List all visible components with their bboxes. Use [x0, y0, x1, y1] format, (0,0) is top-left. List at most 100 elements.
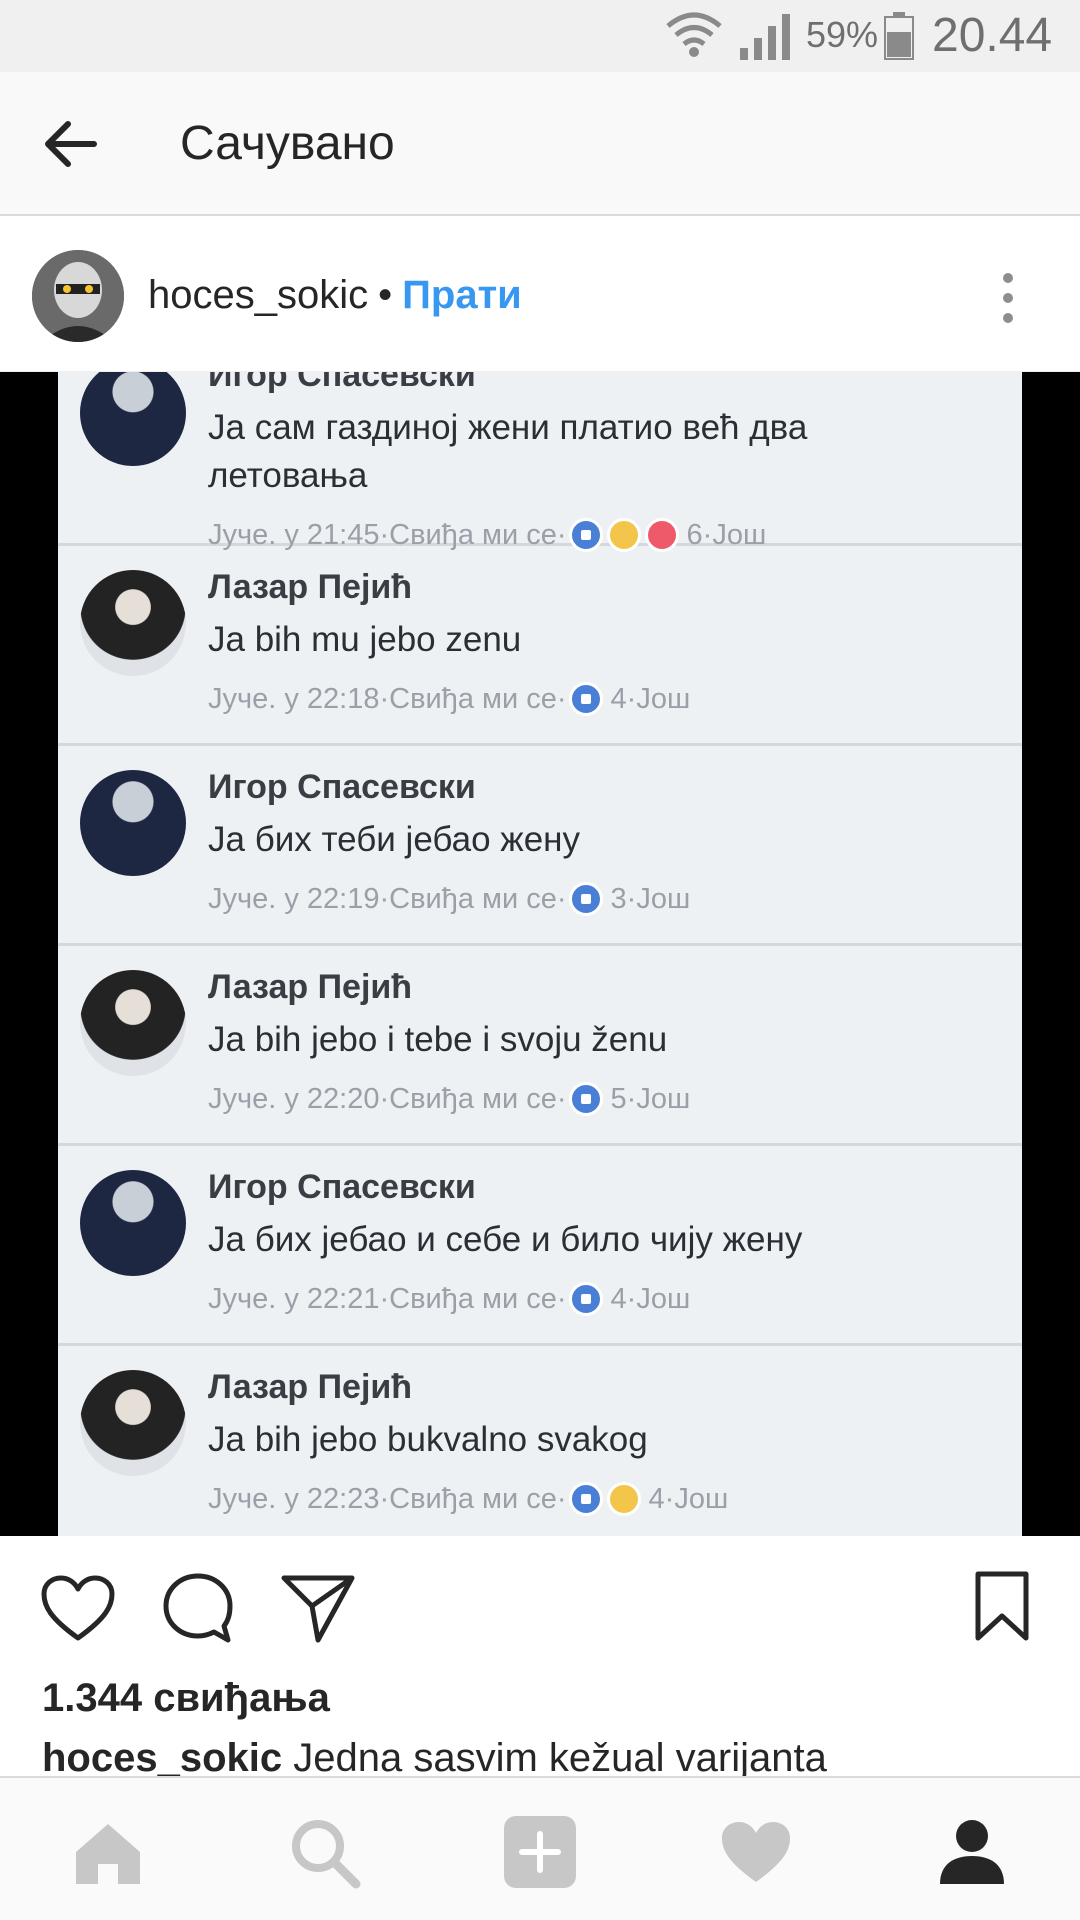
comment-like-label: Свиђа ми се	[389, 882, 557, 915]
comment-screenshot: Игор Спасевски Ја сам газдиној жени плати…	[58, 372, 1022, 1536]
likes-count[interactable]: 1.344 свиђања	[42, 1676, 330, 1721]
comment-meta: Јуче. у 22:19 · Свиђа ми се · 3 · Још	[208, 882, 690, 916]
meta-separator: ·	[379, 1082, 390, 1115]
comment-icon[interactable]	[162, 1572, 234, 1644]
meta-separator: ·	[556, 882, 567, 915]
profile-icon[interactable]	[932, 1812, 1012, 1892]
comment-avatar	[80, 1370, 186, 1476]
add-icon[interactable]	[500, 1812, 580, 1892]
page-title: Сачувано	[180, 117, 395, 170]
home-icon[interactable]	[68, 1812, 148, 1892]
wifi-icon	[666, 12, 722, 57]
comment-row: Лазар Пејић Ja bih jebo i tebe i svoju že…	[58, 946, 1022, 1146]
comment-author: Лазар Пејић	[208, 1368, 413, 1406]
meta-separator: ·	[556, 1282, 567, 1315]
comment-more-label: Још	[636, 1282, 691, 1315]
heart-icon[interactable]	[40, 1574, 116, 1644]
back-arrow-icon[interactable]	[38, 112, 102, 176]
avatar[interactable]	[32, 250, 124, 342]
caption-username[interactable]: hoces_sokic	[42, 1736, 282, 1780]
comment-like-label: Свиђа ми се	[389, 682, 557, 715]
comment-text: Ja bih jebo i tebe i svoju ženu	[208, 1020, 668, 1059]
comment-meta: Јуче. у 22:18 · Свиђа ми се · 4 · Још	[208, 682, 690, 716]
send-icon[interactable]	[280, 1572, 356, 1644]
meta-separator: ·	[626, 882, 637, 915]
avatar-image	[32, 250, 124, 342]
sad-reaction-icon	[606, 1482, 641, 1516]
meta-separator: ·	[626, 682, 637, 715]
comment-text: Ja bih mu jebo zenu	[208, 620, 522, 659]
comment-time: Јуче. у 22:20	[208, 1082, 380, 1115]
comment-text: Ја сам газдиној жени платио већ два лето…	[208, 408, 808, 495]
comment-row: Лазар Пејић Ja bih jebo bukvalno svakog Ју…	[58, 1346, 1022, 1536]
heart-icon[interactable]	[716, 1812, 796, 1892]
clock: 20.44	[932, 9, 1053, 62]
bottom-nav	[0, 1776, 1080, 1920]
bookmark-icon[interactable]	[974, 1570, 1030, 1642]
follow-button[interactable]: Прати	[402, 273, 522, 317]
search-icon[interactable]	[284, 1812, 364, 1892]
comment-meta: Јуче. у 22:20 · Свиђа ми се · 5 · Још	[208, 1082, 690, 1116]
comment-time: Јуче. у 22:19	[208, 882, 380, 915]
comment-more-label: Још	[674, 1482, 729, 1515]
comment-more-label: Још	[636, 882, 691, 915]
comment-row: Игор Спасевски Ја бих теби јебао жену Јуче…	[58, 746, 1022, 946]
status-bar: 59% 20.44	[0, 0, 1080, 72]
post-header: hoces_sokic • Прати	[0, 218, 1080, 372]
reaction-count: 4	[610, 682, 627, 715]
comment-avatar	[80, 570, 186, 676]
post-image[interactable]: Игор Спасевски Ја сам газдиној жени плати…	[0, 372, 1080, 1536]
comment-time: Јуче. у 22:18	[208, 682, 380, 715]
caption-text: Jedna sasvim kežual varijanta	[293, 1736, 827, 1780]
comment-time: Јуче. у 22:23	[208, 1482, 380, 1515]
comment-avatar	[80, 372, 186, 466]
comment-author: Лазар Пејић	[208, 568, 413, 606]
meta-separator: ·	[556, 682, 567, 715]
post-username[interactable]: hoces_sokic	[148, 273, 368, 317]
comment-like-label: Свиђа ми се	[389, 1482, 557, 1515]
comment-author: Игор Спасевски	[208, 372, 476, 394]
comment-avatar	[80, 770, 186, 876]
battery-percent: 59%	[806, 14, 879, 55]
caption: hoces_sokic Jedna sasvim kežual varijant…	[42, 1736, 827, 1781]
app-screen: 59% 20.44 Сачувано hoces_sokic • Прати И…	[0, 0, 1080, 1920]
like-reaction-icon	[568, 1482, 603, 1516]
meta-separator: ·	[379, 882, 390, 915]
meta-separator: ·	[664, 1482, 675, 1515]
reaction-count: 5	[610, 1082, 627, 1115]
comment-meta: Јуче. у 22:21 · Свиђа ми се · 4 · Још	[208, 1282, 690, 1316]
meta-separator: ·	[379, 1482, 390, 1515]
meta-separator: ·	[626, 1282, 637, 1315]
meta-separator: ·	[556, 1482, 567, 1515]
comment-more-label: Још	[636, 682, 691, 715]
meta-separator: ·	[379, 1282, 390, 1315]
signal-icon	[740, 14, 790, 60]
meta-separator: ·	[626, 1082, 637, 1115]
more-vertical-icon[interactable]	[994, 270, 1022, 326]
battery-icon	[884, 12, 914, 60]
comment-avatar	[80, 1170, 186, 1276]
post-user-line: hoces_sokic • Прати	[148, 273, 522, 318]
comment-text: Ja bih jebo bukvalno svakog	[208, 1420, 648, 1459]
comment-avatar	[80, 970, 186, 1076]
comment-time: Јуче. у 22:21	[208, 1282, 380, 1315]
comment-text: Ја бих теби јебао жену	[208, 820, 580, 859]
reaction-count: 3	[610, 882, 627, 915]
comment-author: Лазар Пејић	[208, 968, 413, 1006]
comment-like-label: Свиђа ми се	[389, 1082, 557, 1115]
reaction-count: 4	[610, 1282, 627, 1315]
like-reaction-icon	[568, 882, 603, 916]
action-bar	[0, 1536, 1080, 1676]
comment-meta: Јуче. у 22:23 · Свиђа ми се · 4 · Још	[208, 1482, 728, 1516]
like-reaction-icon	[568, 1282, 603, 1316]
comment-more-label: Још	[636, 1082, 691, 1115]
comment-author: Игор Спасевски	[208, 768, 476, 806]
comment-row: Лазар Пејић Ja bih mu jebo zenu Јуче. у 22…	[58, 546, 1022, 746]
meta-separator: ·	[379, 682, 390, 715]
comment-like-label: Свиђа ми се	[389, 1282, 557, 1315]
reaction-count: 4	[648, 1482, 665, 1515]
meta-separator: ·	[556, 1082, 567, 1115]
comment-row: Игор Спасевски Ја бих јебао и себе и било…	[58, 1146, 1022, 1346]
comment-author: Игор Спасевски	[208, 1168, 476, 1206]
comment-text: Ја бих јебао и себе и било чију жену	[208, 1220, 803, 1259]
